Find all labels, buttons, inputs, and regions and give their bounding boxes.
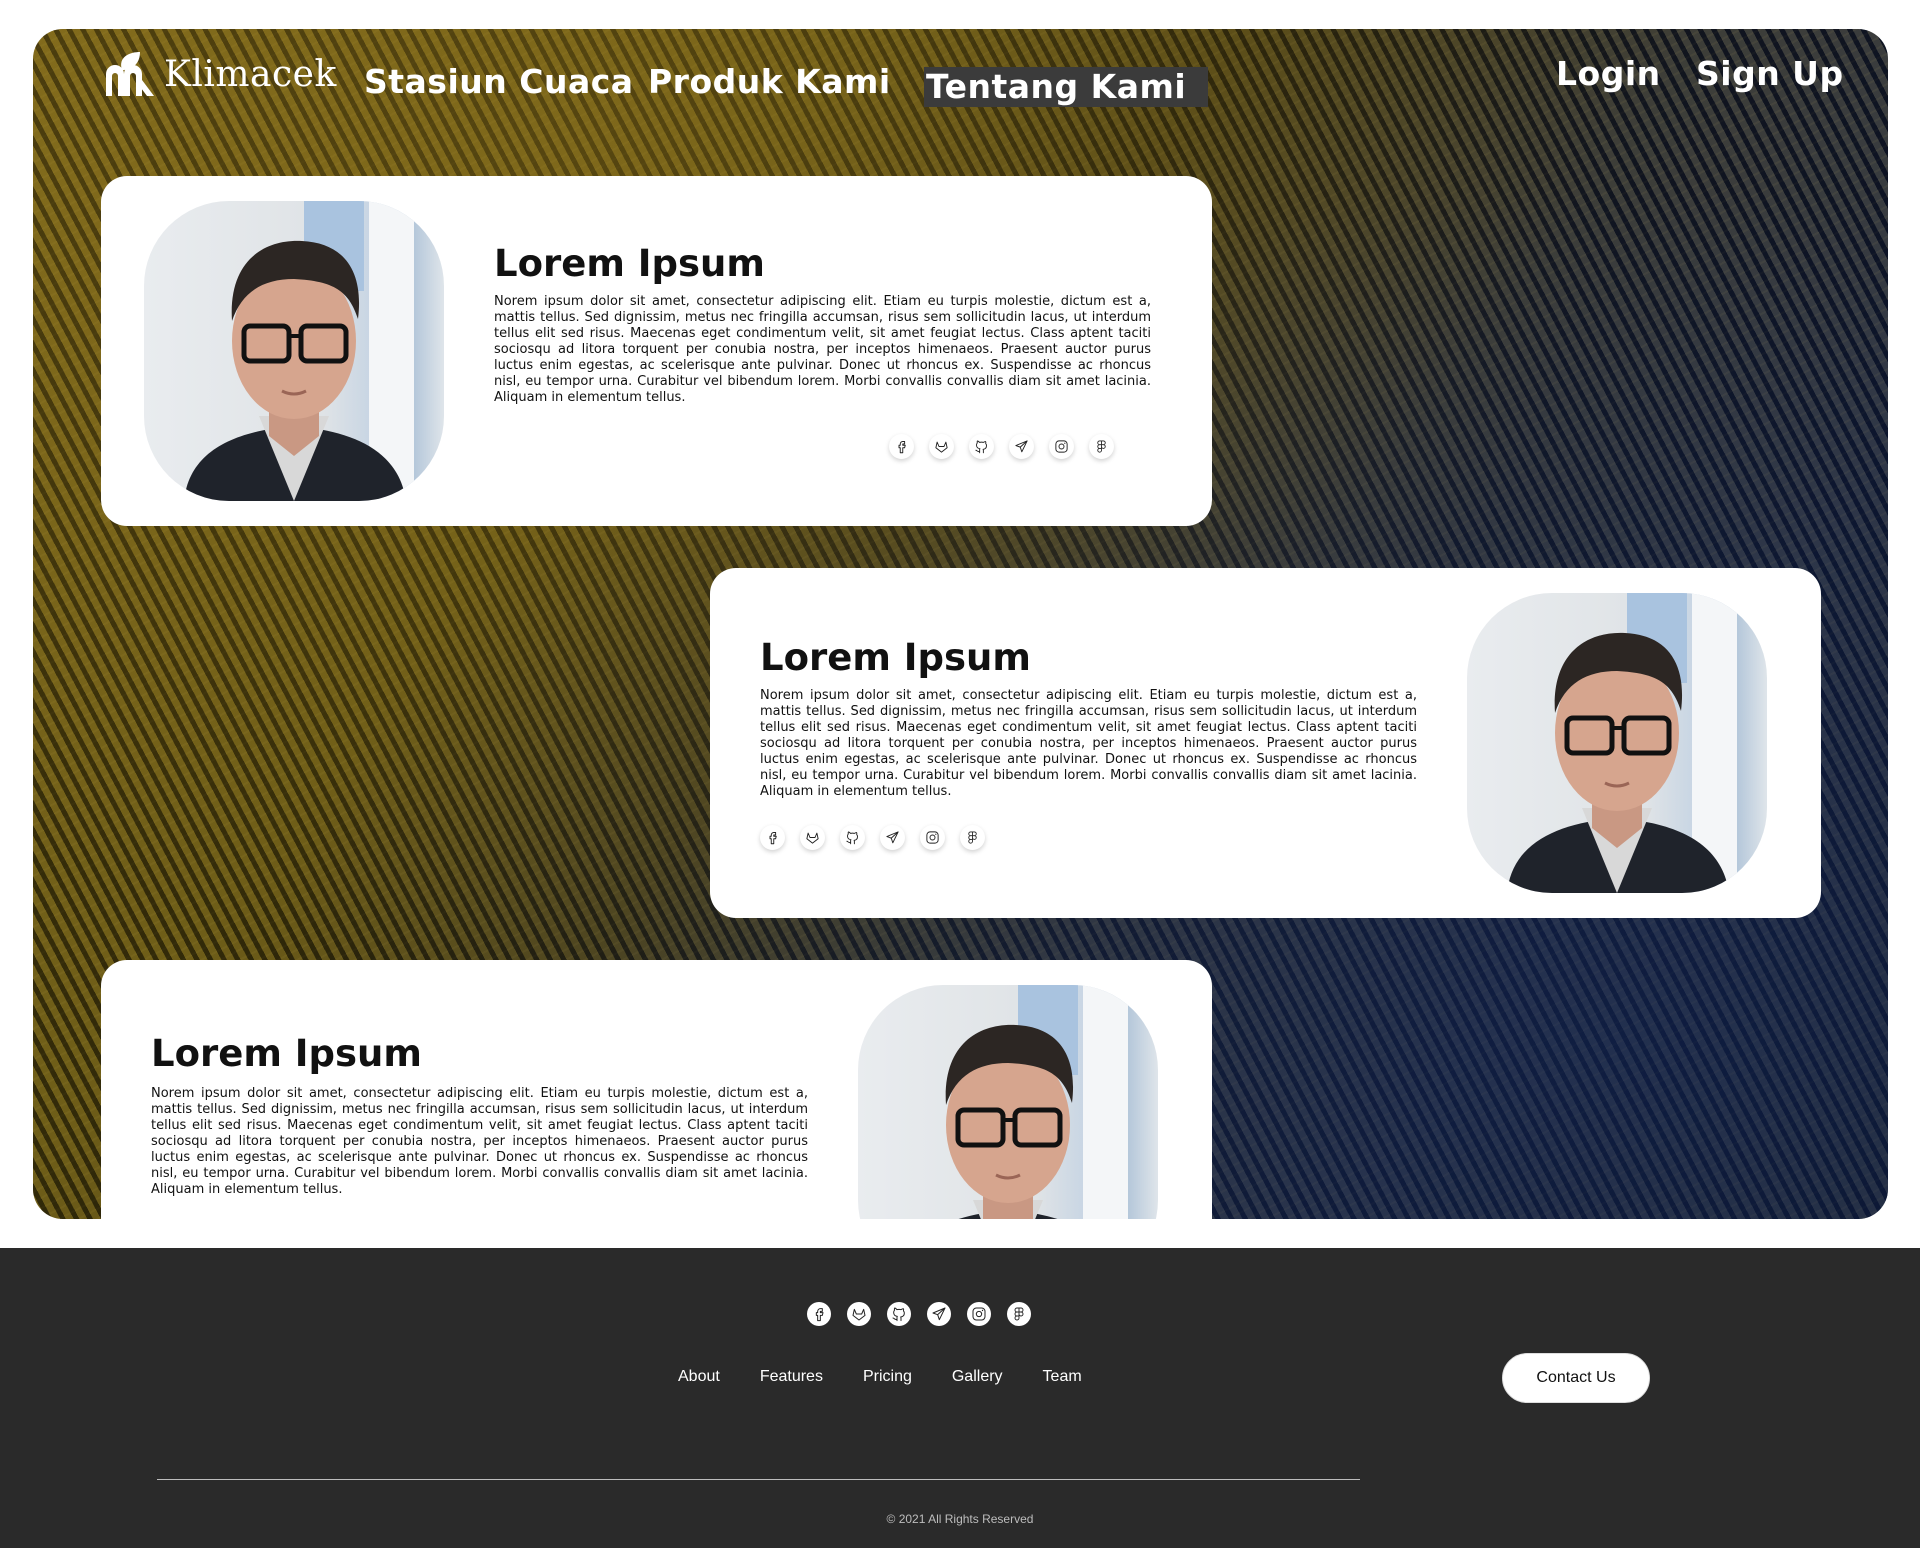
profile-card-3: Lorem Ipsum Norem ipsum dolor sit amet, …: [101, 960, 1212, 1219]
footer-link-team[interactable]: Team: [1043, 1368, 1082, 1386]
card-body: Norem ipsum dolor sit amet, consectetur …: [151, 1086, 808, 1197]
footer-divider: [157, 1479, 1360, 1480]
leaf-logo-icon: [102, 50, 158, 98]
figma-icon[interactable]: [1007, 1302, 1031, 1326]
profile-card-2: Lorem Ipsum Norem ipsum dolor sit amet, …: [710, 568, 1821, 918]
gitlab-icon[interactable]: [800, 825, 825, 850]
facebook-icon[interactable]: [760, 825, 785, 850]
telegram-icon[interactable]: [880, 825, 905, 850]
facebook-icon[interactable]: [889, 434, 914, 459]
github-icon[interactable]: [969, 434, 994, 459]
github-icon[interactable]: [840, 825, 865, 850]
instagram-icon[interactable]: [920, 825, 945, 850]
card-body: Norem ipsum dolor sit amet, consectetur …: [760, 688, 1417, 799]
footer-link-features[interactable]: Features: [760, 1368, 823, 1386]
footer-nav: About Features Pricing Gallery Team: [678, 1368, 1082, 1386]
copyright: © 2021 All Rights Reserved: [886, 1512, 1034, 1526]
card-title: Lorem Ipsum: [760, 636, 1031, 679]
profile-photo: [1467, 593, 1767, 893]
profile-card-1: Lorem Ipsum Norem ipsum dolor sit amet, …: [101, 176, 1212, 526]
profile-photo: [858, 985, 1158, 1219]
nav-produk-kami[interactable]: Produk Kami: [648, 62, 891, 101]
contact-us-button[interactable]: Contact Us: [1502, 1353, 1650, 1403]
telegram-icon[interactable]: [1009, 434, 1034, 459]
facebook-icon[interactable]: [807, 1302, 831, 1326]
profile-photo: [144, 201, 444, 501]
figma-icon[interactable]: [960, 825, 985, 850]
login-link[interactable]: Login: [1556, 54, 1661, 93]
footer: About Features Pricing Gallery Team Cont…: [0, 1248, 1920, 1548]
instagram-icon[interactable]: [1049, 434, 1074, 459]
card-title: Lorem Ipsum: [151, 1032, 422, 1075]
social-links: [889, 434, 1114, 459]
nav-stasiun-cuaca[interactable]: Stasiun Cuaca: [364, 62, 634, 101]
gitlab-icon[interactable]: [929, 434, 954, 459]
instagram-icon[interactable]: [967, 1302, 991, 1326]
card-body: Norem ipsum dolor sit amet, consectetur …: [494, 294, 1151, 405]
signup-link[interactable]: Sign Up: [1696, 54, 1844, 93]
brand-logo[interactable]: Klimacek: [102, 50, 337, 98]
footer-link-gallery[interactable]: Gallery: [952, 1368, 1003, 1386]
social-links: [760, 825, 985, 850]
brand-name: Klimacek: [164, 53, 337, 95]
github-icon[interactable]: [887, 1302, 911, 1326]
footer-link-pricing[interactable]: Pricing: [863, 1368, 912, 1386]
footer-social-links: [807, 1302, 1031, 1326]
footer-link-about[interactable]: About: [678, 1368, 720, 1386]
figma-icon[interactable]: [1089, 434, 1114, 459]
telegram-icon[interactable]: [927, 1302, 951, 1326]
nav-tentang-kami[interactable]: Tentang Kami: [924, 67, 1209, 107]
card-title: Lorem Ipsum: [494, 242, 765, 285]
gitlab-icon[interactable]: [847, 1302, 871, 1326]
